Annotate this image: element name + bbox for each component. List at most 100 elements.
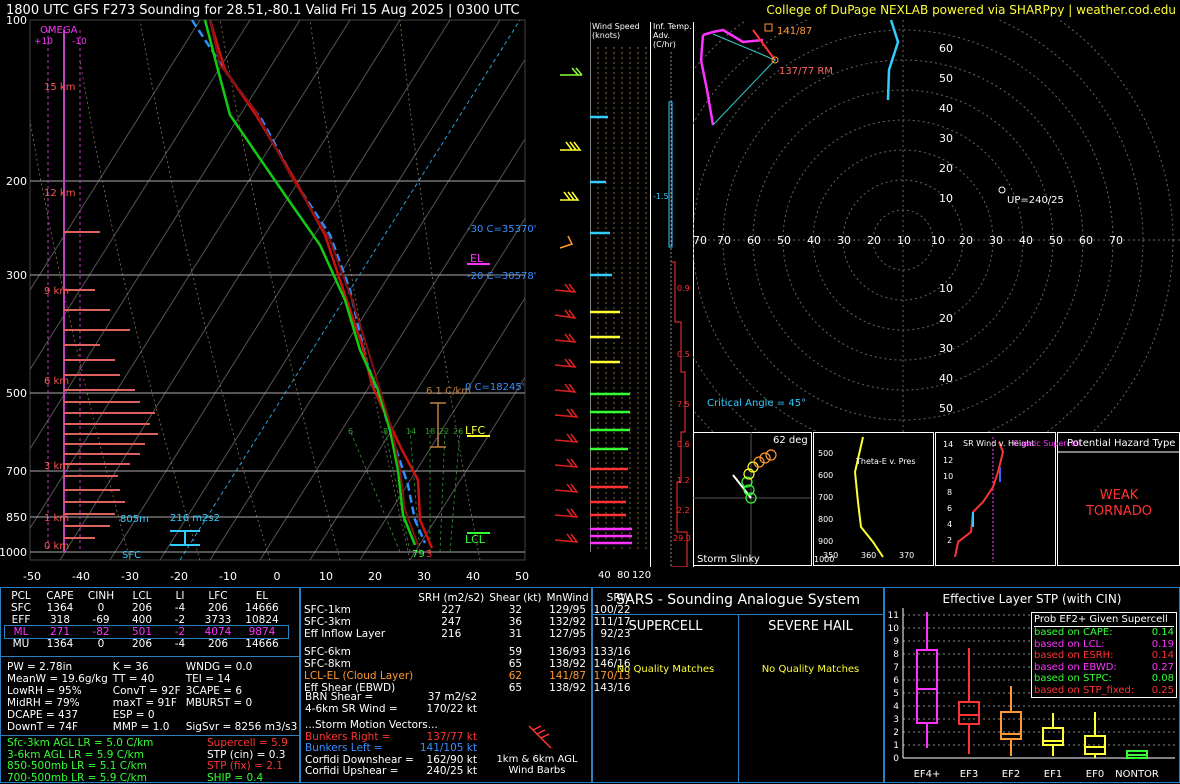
t-label: 50 — [515, 570, 529, 583]
srh-label: 216 m2s2 — [170, 513, 220, 524]
thetae-x: 370 — [899, 551, 914, 560]
ship-value: SHIP = 0.4 — [207, 773, 288, 784]
cell: 4074 — [200, 626, 241, 638]
wind-barb-icon — [521, 724, 561, 754]
hodo-ring: 50 — [939, 72, 953, 85]
cell: -4 — [165, 638, 200, 650]
cell: 206 — [200, 638, 241, 650]
index: maxT = 91F — [113, 697, 186, 709]
p-1000: 1000 — [0, 546, 27, 559]
table-row: SFC13640206-420614666 — [5, 602, 288, 614]
up-label: UP=240/25 — [1007, 195, 1064, 206]
sars-hail: SEVERE HAIL No Quality Matches — [738, 614, 883, 783]
cell: 1364 — [42, 638, 83, 650]
mix-label: 18 — [425, 427, 435, 436]
stp-y: 0 — [893, 754, 899, 764]
index: TEI = 14 — [186, 673, 303, 685]
adv-value: 0.5 — [677, 350, 690, 359]
prob-label: based on STPC: — [1034, 673, 1112, 685]
hodo-ring: 10 — [939, 192, 953, 205]
hazard-value: WEAK TORNADO — [1058, 488, 1180, 520]
el-label: EL — [470, 252, 484, 265]
mix-label: 26 — [453, 427, 463, 436]
cell: 3733 — [200, 614, 241, 626]
index: SigSvr = 8256 m3/s3 — [186, 721, 303, 733]
col-header: CINH — [83, 590, 124, 602]
srwind-y: 10 — [943, 472, 953, 481]
t-label: 20 — [368, 570, 382, 583]
lm-label: 141/87 — [777, 26, 812, 37]
ws-tick: 120 — [632, 570, 651, 581]
sars-title: SARS - Sounding Analogue System — [593, 588, 883, 608]
thetae-title: Theta-E v. Pres — [855, 457, 916, 466]
cell: 227 — [418, 604, 489, 616]
cell: 14666 — [241, 638, 288, 650]
thetae-p: 900 — [818, 537, 833, 546]
table-row: MU13640206-420614666 — [5, 638, 288, 650]
h-label: 6 km — [44, 376, 69, 387]
srwind-y: 12 — [943, 456, 953, 465]
lapse-rate: Sfc-3km AGL LR = 5.0 C/km — [7, 738, 207, 750]
index: MMP = 1.0 — [113, 721, 186, 733]
stp-y: 7 — [893, 663, 899, 673]
stp-cat: NONTOR — [1115, 769, 1159, 780]
p-700: 700 — [6, 465, 27, 478]
prob-label: based on EBWD: — [1034, 662, 1117, 674]
hail-matches: No Quality Matches — [738, 664, 883, 675]
mix-label: 8 — [383, 427, 388, 436]
stp-y: 6 — [893, 676, 899, 686]
kinematics-panel: SRH (m2/s2) Shear (kt) MnWind SRW SFC-1k… — [300, 587, 592, 783]
prob-label: based on CAPE: — [1034, 627, 1113, 639]
cell: 32 — [489, 604, 546, 616]
srwind-y: 14 — [943, 440, 953, 449]
cell: 247 — [418, 616, 489, 628]
index: MidRH = 79% — [7, 697, 113, 709]
cell: EFF — [5, 614, 42, 626]
col-header: Shear (kt) — [489, 592, 546, 604]
adv-value: 2.2 — [677, 506, 690, 515]
hodo-ring: 70 — [1109, 234, 1123, 247]
prob-label: based on LCL: — [1034, 639, 1105, 651]
index: DCAPE = 437 — [7, 709, 113, 721]
col-header: CAPE — [42, 590, 83, 602]
cell: 129/95 — [547, 604, 594, 616]
cell: 141/87 — [547, 670, 594, 682]
cell: 127/95 — [547, 628, 594, 640]
p-300: 300 — [6, 269, 27, 282]
table-row: SFC-6km59136/93133/16 — [304, 646, 636, 658]
sfc-label: SFC — [122, 550, 141, 561]
rm-label: 137/77 RM — [779, 66, 833, 77]
stp-y: 9 — [893, 637, 899, 647]
hodo-ring: 50 — [1049, 234, 1063, 247]
hodo-ring: 60 — [939, 42, 953, 55]
hodo-ring: 40 — [807, 234, 821, 247]
prob-value: 0.08 — [1152, 673, 1174, 685]
parcel-table: PCL CAPE CINH LCL LI LFC EL SFC13640206-… — [5, 590, 288, 650]
cell: 216 — [418, 628, 489, 640]
stp-panel: Effective Layer STP (with CIN) 11 10 9 8… — [884, 587, 1180, 783]
cell: 138/92 — [547, 658, 594, 670]
thetae-p: 800 — [818, 515, 833, 524]
sars-supercell: SUPERCELL No Quality Matches — [593, 614, 739, 783]
srw46-label: 4-6km SR Wind = — [305, 704, 398, 716]
hodo-ring: 70 — [693, 234, 707, 247]
lapse-block: Sfc-3km AGL LR = 5.0 C/km 3-6km AGL LR =… — [1, 735, 299, 784]
skewt-diagram: 100 200 300 500 700 850 1000 -50 -40 -30… — [0, 0, 590, 585]
cell: ML — [5, 626, 42, 638]
index: LowRH = 95% — [7, 685, 113, 697]
stp-y: 3 — [893, 715, 899, 725]
omega-label: OMEGA — [40, 25, 78, 36]
h-label: 15 km — [44, 82, 75, 93]
supercell-title: SUPERCELL — [593, 615, 738, 634]
brn-label: BRN Shear = — [305, 692, 373, 704]
t-label: -20 — [170, 570, 188, 583]
omega-tick: -10 — [72, 37, 87, 47]
h-label: 1 km — [44, 513, 69, 524]
t-label: -30 — [121, 570, 139, 583]
index: ESP = 0 — [113, 709, 186, 721]
hodo-ring: 60 — [1079, 234, 1093, 247]
hodo-ring: 10 — [939, 282, 953, 295]
cell: 65 — [489, 682, 546, 694]
hodo-ring: 20 — [939, 312, 953, 325]
col-header: PCL — [5, 590, 42, 602]
